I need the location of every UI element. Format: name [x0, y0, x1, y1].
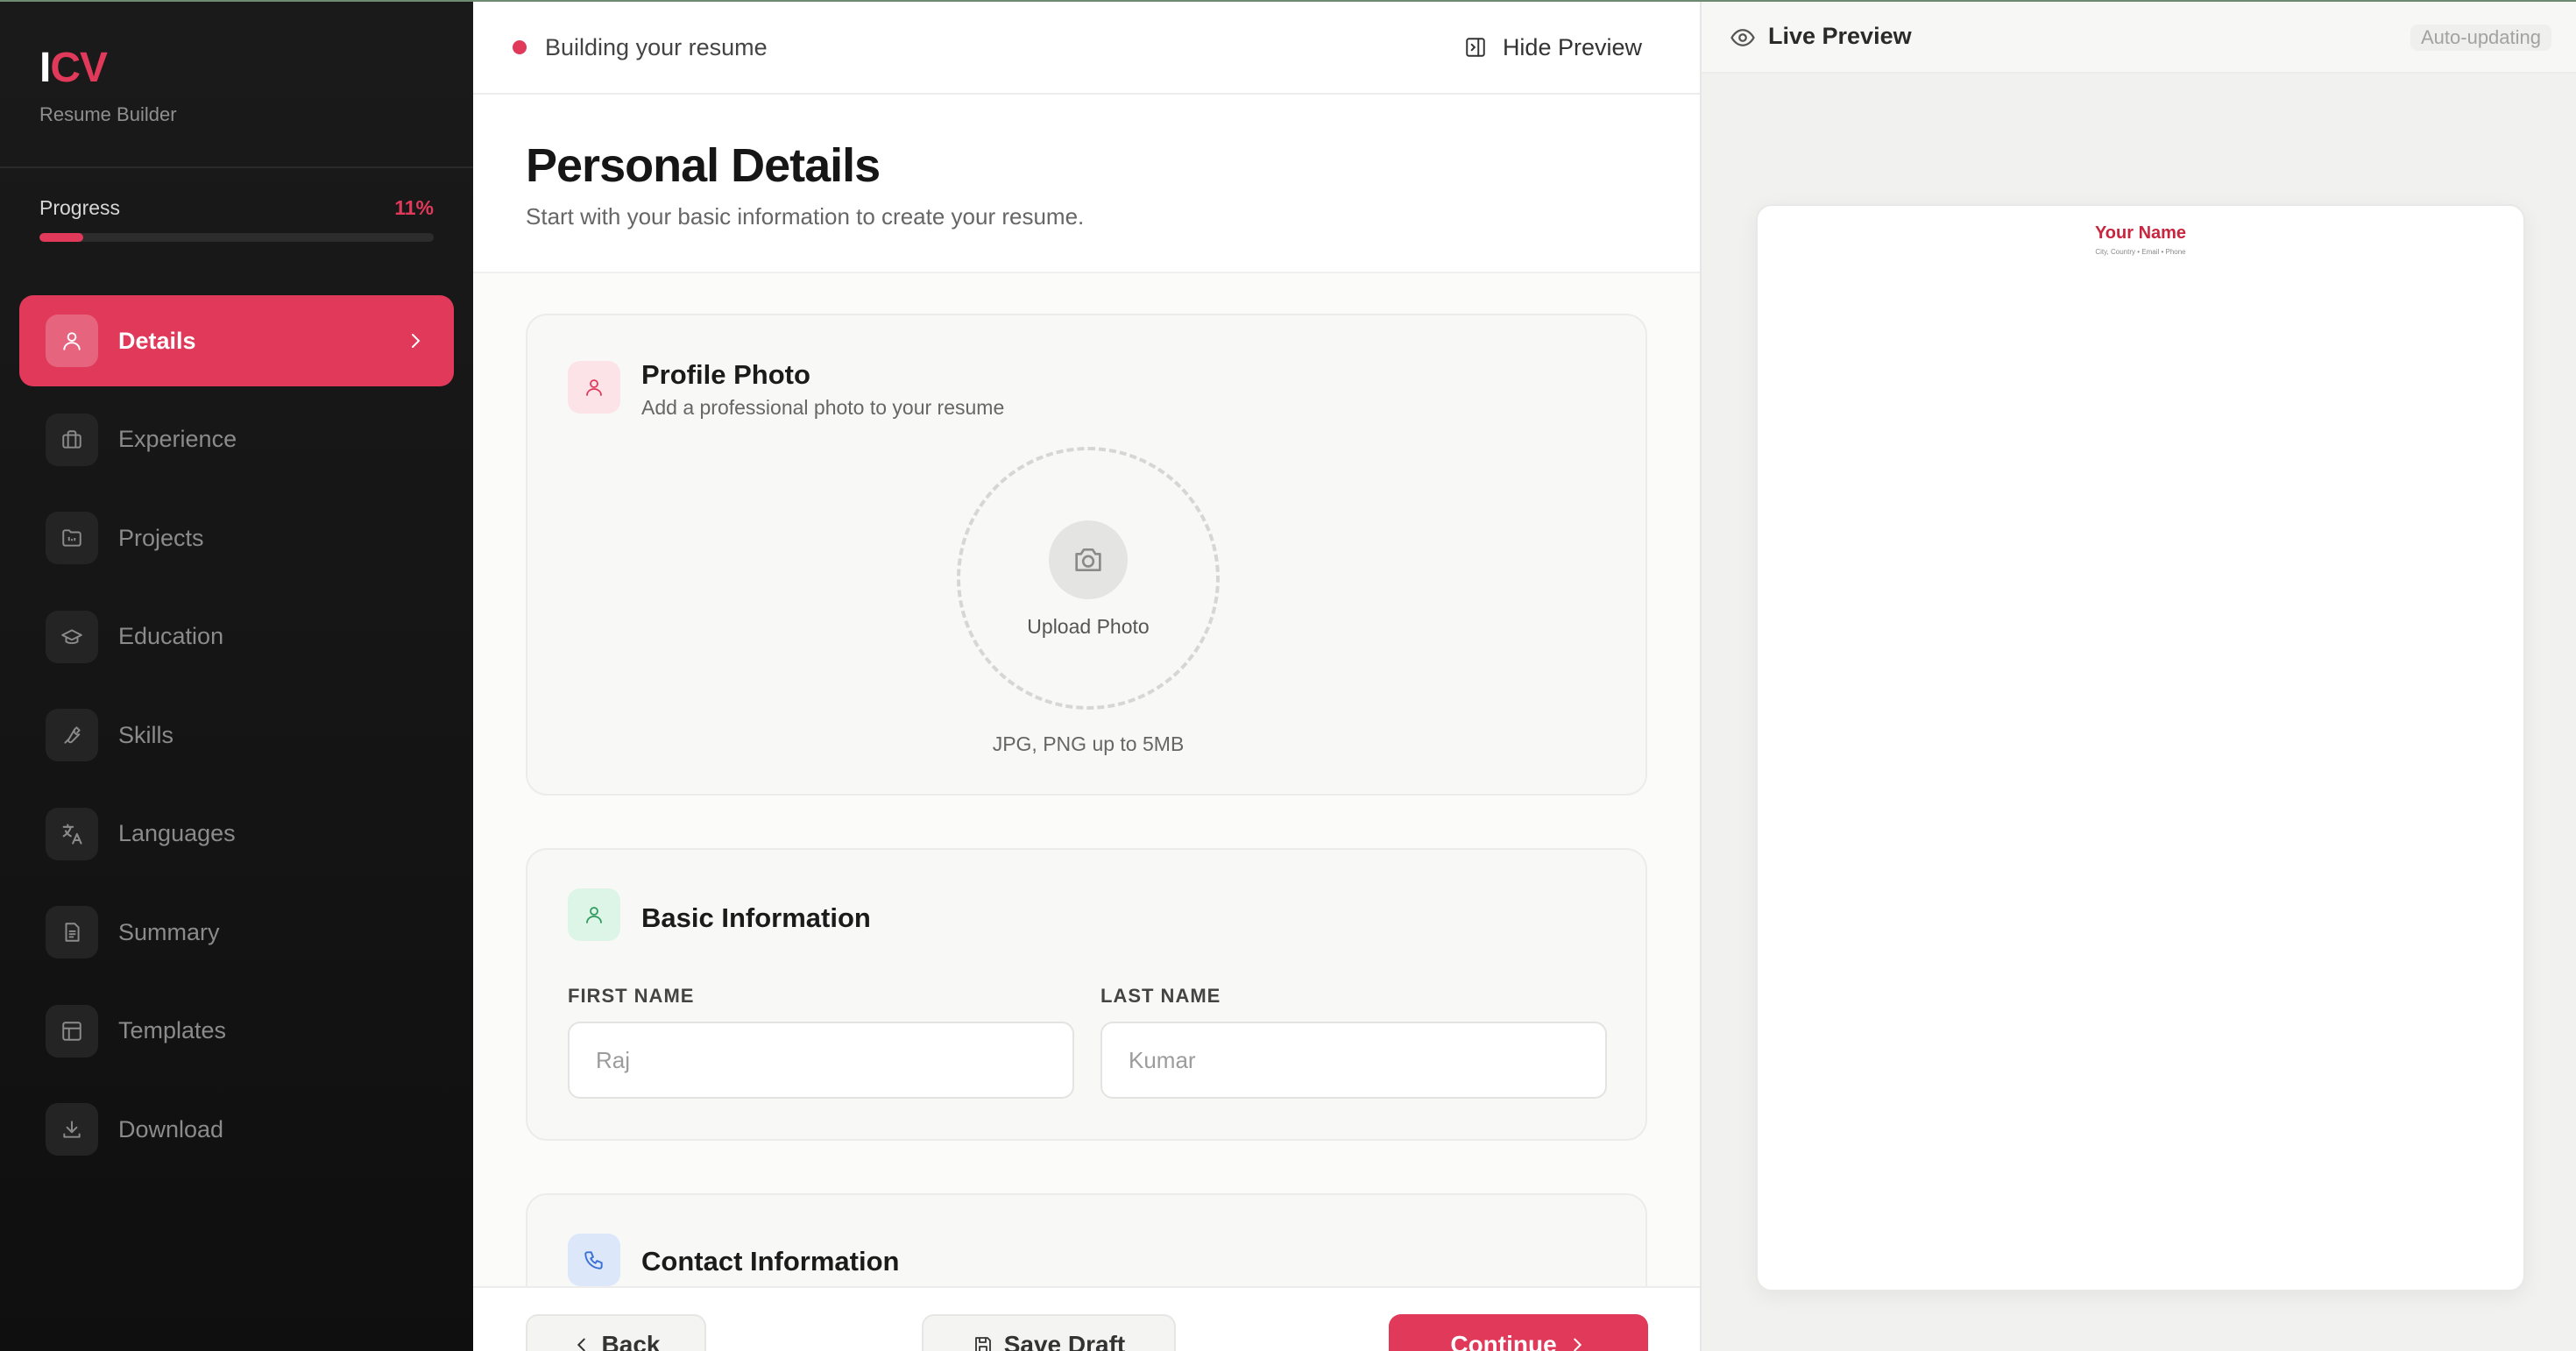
sidebar-divider [0, 166, 473, 168]
top-bar: Building your resume Hide Preview [473, 0, 1700, 95]
continue-button[interactable]: Continue [1389, 1314, 1648, 1351]
continue-label: Continue [1450, 1331, 1557, 1351]
card-title: Basic Information [641, 902, 871, 933]
sidebar-item-label: Experience [118, 426, 237, 452]
card-title: Profile Photo [641, 359, 810, 390]
logo-part-cv: CV [50, 45, 108, 91]
page-subtitle: Start with your basic information to cre… [526, 203, 1085, 230]
progress-value: 11% [394, 196, 434, 219]
sidebar-item-label: Templates [118, 1017, 227, 1043]
card-subtitle: Add a professional photo to your resume [641, 396, 1005, 419]
phone-icon [568, 1234, 620, 1286]
status-text: Building your resume [545, 34, 768, 60]
save-icon [974, 1337, 991, 1351]
resume-name: Your Name [2094, 223, 2187, 243]
user-icon [568, 361, 620, 414]
sidebar-item-languages[interactable]: Languages [19, 789, 454, 880]
progress-bar [39, 233, 434, 242]
sidebar-item-download[interactable]: Download [19, 1084, 454, 1175]
page-header: Personal Details Start with your basic i… [473, 95, 1700, 273]
sidebar-item-education[interactable]: Education [19, 591, 454, 683]
upload-photo-dropzone[interactable]: Upload Photo [957, 447, 1220, 710]
chevron-right-icon [1573, 1338, 1582, 1351]
hide-preview-label: Hide Preview [1502, 33, 1642, 60]
sidebar-item-experience[interactable]: Experience [19, 394, 454, 485]
upload-photo-label: Upload Photo [1027, 615, 1150, 638]
basic-information-card: Basic Information FIRST NAME LAST NAME [526, 848, 1647, 1141]
first-name-input[interactable] [568, 1022, 1074, 1099]
sidebar-item-details[interactable]: Details [19, 295, 454, 386]
user-icon [568, 888, 620, 941]
profile-photo-card: Profile Photo Add a professional photo t… [526, 314, 1647, 796]
folder-icon [46, 512, 98, 564]
sidebar-item-projects[interactable]: Projects [19, 492, 454, 584]
resume-contact-line: City, Country • Email • Phone [2095, 248, 2186, 256]
sidebar-item-skills[interactable]: Skills [19, 690, 454, 781]
sidebar-nav: Details Experience Projects Education Sk… [19, 295, 454, 1183]
layout-icon [46, 1004, 98, 1057]
preview-title: Live Preview [1768, 23, 1912, 49]
progress-bar-fill [39, 233, 83, 242]
back-button-label: Back [601, 1331, 661, 1351]
first-name-label: FIRST NAME [568, 985, 695, 1007]
live-preview-panel: Live Preview Auto-updating Your Name Cit… [1700, 0, 2576, 1351]
last-name-label: LAST NAME [1100, 985, 1221, 1007]
brand-subtitle: Resume Builder [39, 103, 177, 125]
last-name-input[interactable] [1100, 1022, 1607, 1099]
sidebar-item-summary[interactable]: Summary [19, 887, 454, 978]
page-title: Personal Details [526, 139, 881, 192]
sidebar-item-templates[interactable]: Templates [19, 986, 454, 1077]
sidebar-item-label: Education [118, 623, 224, 649]
chevron-left-icon [577, 1338, 585, 1351]
sidebar-item-label: Projects [118, 524, 204, 551]
graduation-cap-icon [46, 610, 98, 663]
resume-preview-page[interactable]: Your Name City, Country • Email • Phone [1756, 204, 2525, 1291]
sidebar-item-label: Details [118, 327, 196, 354]
status-dot [513, 40, 527, 54]
translate-icon [46, 807, 98, 860]
camera-icon [1049, 520, 1128, 599]
preview-header: Live Preview Auto-updating [1702, 0, 2576, 74]
chevron-right-icon [405, 329, 426, 357]
brand-logo: ICV [39, 44, 108, 92]
sidebar: ICV Resume Builder Progress 11% Details … [0, 0, 473, 1351]
save-draft-button[interactable]: Save Draft [922, 1314, 1176, 1351]
panel-toggle-icon [1466, 38, 1485, 57]
wrench-icon [46, 709, 98, 761]
sidebar-item-label: Languages [118, 820, 236, 846]
auto-updating-badge: Auto-updating [2410, 25, 2551, 51]
card-title: Contact Information [641, 1246, 900, 1277]
eye-icon [1730, 25, 1756, 55]
sidebar-item-label: Skills [118, 721, 174, 748]
hide-preview-button[interactable]: Hide Preview [1464, 28, 1642, 67]
briefcase-icon [46, 413, 98, 466]
save-draft-label: Save Draft [1003, 1331, 1126, 1351]
download-icon [46, 1103, 98, 1156]
sidebar-item-label: Summary [118, 918, 220, 945]
document-icon [46, 906, 98, 958]
back-button[interactable]: Back [526, 1314, 706, 1351]
user-icon [46, 315, 98, 367]
upload-hint: JPG, PNG up to 5MB [992, 732, 1185, 755]
window-top-border [0, 0, 2576, 2]
main-panel: Building your resume Hide Preview Person… [473, 0, 1700, 1351]
progress-label: Progress [39, 196, 121, 219]
logo-part-i: I [39, 45, 51, 91]
sidebar-item-label: Download [118, 1115, 224, 1142]
form-footer: Back Save Draft Continue [473, 1286, 1700, 1351]
